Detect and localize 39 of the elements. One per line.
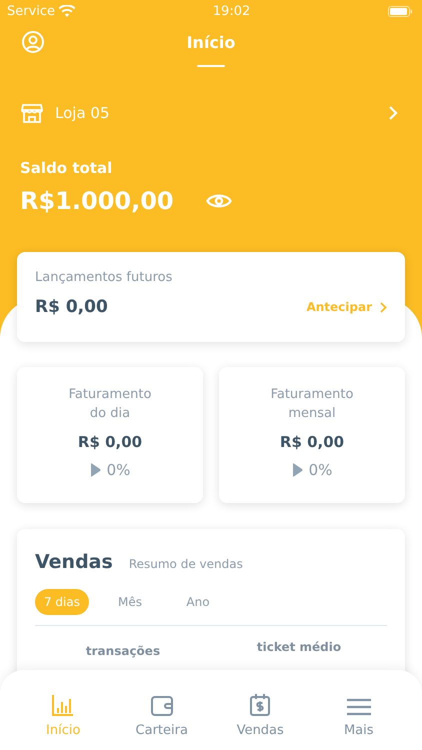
tab-bar-item[interactable]: Carteira [136, 686, 188, 738]
screen-title: Início [186, 33, 236, 52]
period-tab[interactable]: 7 dias [35, 589, 89, 615]
battery-icon [388, 6, 412, 16]
change-percent: 0% [308, 461, 332, 479]
stat-title: Faturamento do dia [68, 386, 152, 423]
bar-chart-icon [51, 693, 76, 717]
stat-value: R$ 0,00 [78, 433, 142, 451]
eye-icon[interactable] [206, 192, 232, 210]
period-tab[interactable]: Ano [171, 589, 225, 615]
future-entries-amount: R$ 0,00 [35, 297, 108, 317]
chevron-right-icon[interactable] [388, 105, 398, 121]
period-tab[interactable]: Mês [103, 589, 157, 615]
balance-amount: R$1.000,00 [20, 187, 174, 215]
calendar-dollar-icon [249, 693, 272, 717]
wifi-icon [59, 5, 76, 17]
sales-subtitle: Resumo de vendas [128, 557, 243, 571]
anticipate-link[interactable]: Antecipar [306, 300, 387, 314]
profile-icon[interactable] [22, 31, 44, 53]
sales-title: Vendas [35, 551, 113, 573]
chevron-right-icon [380, 302, 387, 312]
store-icon [21, 102, 43, 124]
play-icon [292, 463, 303, 477]
store-name[interactable]: Loja 05 [55, 104, 376, 122]
metric-label: ticket médio [256, 640, 342, 656]
change-percent: 0% [106, 461, 130, 479]
metric-label: transações [84, 644, 162, 658]
tab-bar-item[interactable]: Mais [344, 686, 374, 738]
wallet-icon [150, 695, 174, 717]
balance-label: Saldo total [20, 159, 114, 177]
stat-value: R$ 0,00 [280, 433, 344, 451]
future-entries-label: Lançamentos futuros [35, 270, 174, 285]
clock-time: 19:02 [212, 4, 250, 18]
tab-bar-item[interactable]: Início [46, 686, 80, 738]
stat-title: Faturamento mensal [270, 386, 354, 423]
play-icon [90, 463, 101, 477]
carrier-name: Service [7, 4, 56, 18]
tab-bar-item[interactable]: Vendas [236, 686, 284, 738]
menu-icon [346, 697, 372, 717]
